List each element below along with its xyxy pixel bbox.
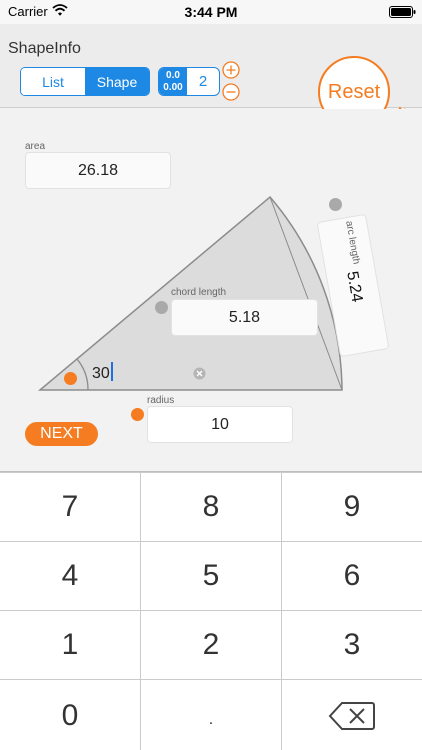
key-6[interactable]: 6 — [282, 542, 422, 610]
backspace-key[interactable] — [282, 680, 422, 750]
key-5[interactable]: 5 — [141, 542, 281, 610]
key-7[interactable]: 7 — [0, 473, 140, 541]
key-3[interactable]: 3 — [282, 611, 422, 679]
key-0[interactable]: 0 — [0, 680, 140, 750]
key-decimal-point[interactable]: . — [141, 680, 281, 750]
angle-value: 30 — [92, 365, 110, 382]
chord-length-value[interactable]: 5.18 — [171, 299, 318, 336]
decimal-badge-top: 0.0 — [166, 70, 180, 81]
clear-icon[interactable] — [193, 367, 206, 380]
angle-handle[interactable] — [64, 372, 77, 385]
arc-length-handle[interactable] — [329, 198, 342, 211]
key-2[interactable]: 2 — [141, 611, 281, 679]
next-button[interactable]: NEXT — [25, 422, 98, 446]
angle-input[interactable]: 30 — [92, 362, 113, 383]
chord-length-label: chord length — [171, 287, 227, 298]
arc-length-value: 5.24 — [343, 269, 366, 304]
key-4[interactable]: 4 — [0, 542, 140, 610]
clock: 3:44 PM — [184, 4, 238, 20]
chord-length-handle[interactable] — [155, 301, 168, 314]
segment-list[interactable]: List — [21, 68, 85, 95]
decimal-places-control: 0.0 0.00 2 — [158, 67, 220, 96]
key-9[interactable]: 9 — [282, 473, 422, 541]
area-value[interactable]: 26.18 — [25, 152, 171, 189]
increase-decimals-button[interactable] — [222, 61, 240, 79]
radius-label: radius — [147, 395, 175, 406]
radius-handle[interactable] — [131, 408, 144, 421]
decimal-badge-bottom: 0.00 — [163, 82, 183, 93]
key-1[interactable]: 1 — [0, 611, 140, 679]
app-title: ShapeInfo — [8, 40, 81, 57]
view-segmented-control[interactable]: List Shape — [20, 67, 150, 96]
numeric-keypad: 7 8 9 4 5 6 1 2 3 0 . — [0, 471, 422, 750]
backspace-icon — [328, 701, 375, 730]
text-caret — [110, 362, 113, 381]
status-bar: Carrier 3:44 PM — [0, 0, 422, 24]
decimal-places-value: 2 — [198, 73, 208, 90]
decimal-places-badge: 0.0 0.00 — [159, 68, 187, 95]
radius-value[interactable]: 10 — [147, 406, 293, 443]
key-8[interactable]: 8 — [141, 473, 281, 541]
decrease-decimals-button[interactable] — [222, 83, 240, 101]
segment-shape[interactable]: Shape — [85, 68, 149, 95]
area-label: area — [25, 141, 46, 152]
toolbar: ShapeInfo List Shape 0.0 0.00 2 Reset — [0, 24, 422, 128]
battery-icon — [389, 6, 416, 18]
